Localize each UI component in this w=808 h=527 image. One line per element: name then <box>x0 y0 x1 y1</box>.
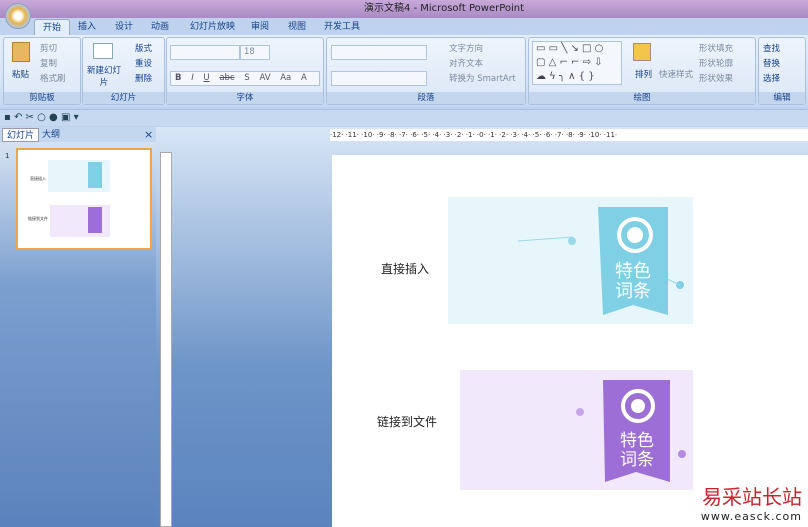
tools-icon[interactable]: ✂ <box>26 112 34 123</box>
window-title: 演示文稿4 - Microsoft PowerPoint <box>363 3 525 14</box>
thumb-image-1 <box>48 160 110 192</box>
redo-icon[interactable]: ○ <box>37 112 46 123</box>
format-painter-button[interactable]: 格式刷 <box>40 72 66 84</box>
change-case-button[interactable]: Aa <box>280 73 291 83</box>
delete-button[interactable]: 删除 <box>135 72 152 84</box>
tab-slides[interactable]: 幻灯片 <box>2 128 40 142</box>
text-direction-button[interactable]: 文字方向 <box>449 42 483 54</box>
quick-styles-button[interactable]: 快速样式 <box>659 68 693 80</box>
panel-tabs: 幻灯片 大纲 × <box>0 127 156 142</box>
list-buttons[interactable] <box>331 45 427 60</box>
banner-text-2: 词条 <box>620 450 654 470</box>
globe-icon[interactable]: ● <box>49 112 58 123</box>
paste-icon <box>12 42 30 62</box>
tab-insert[interactable]: 插入 <box>70 19 104 35</box>
select-button[interactable]: 选择 <box>763 72 780 84</box>
spacing-button[interactable]: AV <box>259 73 270 83</box>
undo-icon[interactable]: ↶ <box>14 112 22 123</box>
quick-access-toolbar: ▪ ↶ ✂ ○ ● ▣ ▾ <box>0 109 808 126</box>
group-drawing: ▭ ▭ ╲ ↘ □ ○ ▢ △ ⌐ ⌐ ⇨ ⇩ ☁ ϟ ╮ ∧ { } 排列 快速样… <box>528 37 756 105</box>
image-badge-purple[interactable]: 特色 词条 <box>460 370 693 490</box>
shape-effects-button[interactable]: 形状效果 <box>699 72 733 84</box>
group-label: 字体 <box>167 92 323 104</box>
replace-button[interactable]: 替换 <box>763 57 780 69</box>
paste-button[interactable]: 粘贴 <box>12 68 29 80</box>
thumb-label-1: 直接插入 <box>30 176 46 181</box>
italic-button[interactable]: I <box>191 73 194 83</box>
watermark: 易采站长站 www.easck.com <box>701 481 802 523</box>
watermark-url: www.easck.com <box>700 510 802 523</box>
label-direct-insert: 直接插入 <box>381 262 430 276</box>
group-font: 18 B I U abc S AV Aa A 字体 <box>166 37 324 105</box>
shadow-button[interactable]: S <box>244 73 249 83</box>
thumb-image-2 <box>50 205 110 237</box>
office-button[interactable] <box>5 3 31 29</box>
shape-outline-button[interactable]: 形状轮廓 <box>699 57 733 69</box>
shape-fill-button[interactable]: 形状填充 <box>699 42 733 54</box>
slide-thumbnail[interactable]: 直接插入 链接到文件 <box>16 148 152 250</box>
new-slide-icon <box>93 43 113 59</box>
reset-button[interactable]: 重设 <box>135 57 152 69</box>
new-slide-button[interactable]: 新建幻灯片 <box>87 64 121 88</box>
font-format-buttons[interactable]: B I U abc S AV Aa A <box>170 71 320 86</box>
vertical-ruler[interactable] <box>160 152 172 527</box>
banner-text-1: 特色 <box>615 261 651 282</box>
group-clipboard: 粘贴 剪切 复制 格式刷 剪贴板 <box>3 37 81 105</box>
group-editing: 查找 替换 选择 编辑 <box>758 37 806 105</box>
tab-view[interactable]: 视图 <box>280 19 314 35</box>
align-buttons[interactable] <box>331 71 427 86</box>
banner-text-1: 特色 <box>620 431 654 451</box>
ribbon: 粘贴 剪切 复制 格式刷 剪贴板 新建幻灯片 版式 重设 删除 幻灯片 18 B… <box>0 35 808 107</box>
image-badge-cyan[interactable]: 特色 词条 <box>448 197 693 324</box>
arrange-button[interactable]: 排列 <box>635 68 652 80</box>
bold-button[interactable]: B <box>175 73 181 83</box>
badge-icon: 特色 词条 <box>517 207 684 315</box>
banner-text-2: 词条 <box>615 281 651 302</box>
tab-animation[interactable]: 动画 <box>143 19 177 35</box>
underline-button[interactable]: U <box>203 73 209 83</box>
group-paragraph: 文字方向 对齐文本 转换为 SmartArt 段落 <box>326 37 526 105</box>
tab-slideshow[interactable]: 幻灯片放映 <box>182 19 243 35</box>
align-text-button[interactable]: 对齐文本 <box>449 57 483 69</box>
close-panel-button[interactable]: × <box>140 128 157 142</box>
strikethrough-button[interactable]: abc <box>219 73 234 83</box>
ribbon-tabs: 开始 插入 设计 动画 幻灯片放映 审阅 视图 开发工具 <box>0 18 808 35</box>
group-slides: 新建幻灯片 版式 重设 删除 幻灯片 <box>82 37 165 105</box>
title-bar: 演示文稿4 - Microsoft PowerPoint <box>0 0 808 18</box>
find-button[interactable]: 查找 <box>763 42 780 54</box>
group-label: 绘图 <box>529 92 755 104</box>
customize-qat-icon[interactable]: ▾ <box>74 112 79 123</box>
thumb-label-2: 链接到文件 <box>28 216 48 221</box>
label-link-to-file: 链接到文件 <box>377 415 438 429</box>
tab-outline[interactable]: 大纲 <box>38 128 64 142</box>
badge-icon: 特色 词条 <box>576 380 686 482</box>
tab-home[interactable]: 开始 <box>34 19 71 35</box>
layout-button[interactable]: 版式 <box>135 42 152 54</box>
folder-icon[interactable]: ▣ <box>61 112 70 123</box>
slide-canvas[interactable]: 直接插入 特色 词条 链接到文件 特色 词条 <box>332 155 808 527</box>
watermark-name: 易采站长站 <box>702 485 802 509</box>
convert-smartart-button[interactable]: 转换为 SmartArt <box>449 72 516 84</box>
slide-number: 1 <box>5 152 10 160</box>
copy-button[interactable]: 复制 <box>40 57 57 69</box>
tab-review[interactable]: 审阅 <box>243 19 277 35</box>
horizontal-ruler[interactable]: ·12· ·11· ·10· ·9· ·8· ·7· ·6· ·5· ·4· ·… <box>330 129 808 141</box>
group-label: 段落 <box>327 92 525 104</box>
cut-button[interactable]: 剪切 <box>40 42 57 54</box>
font-size-field[interactable]: 18 <box>240 45 270 60</box>
tab-developer[interactable]: 开发工具 <box>316 19 368 35</box>
shapes-gallery[interactable]: ▭ ▭ ╲ ↘ □ ○ ▢ △ ⌐ ⌐ ⇨ ⇩ ☁ ϟ ╮ ∧ { } <box>532 41 622 85</box>
group-label: 剪贴板 <box>4 92 80 104</box>
font-color-button[interactable]: A <box>301 73 307 83</box>
font-name-field[interactable] <box>170 45 240 60</box>
group-label: 编辑 <box>759 92 805 104</box>
tab-design[interactable]: 设计 <box>107 19 141 35</box>
group-label: 幻灯片 <box>83 92 164 104</box>
save-icon[interactable]: ▪ <box>4 112 11 123</box>
arrange-icon <box>633 43 651 61</box>
